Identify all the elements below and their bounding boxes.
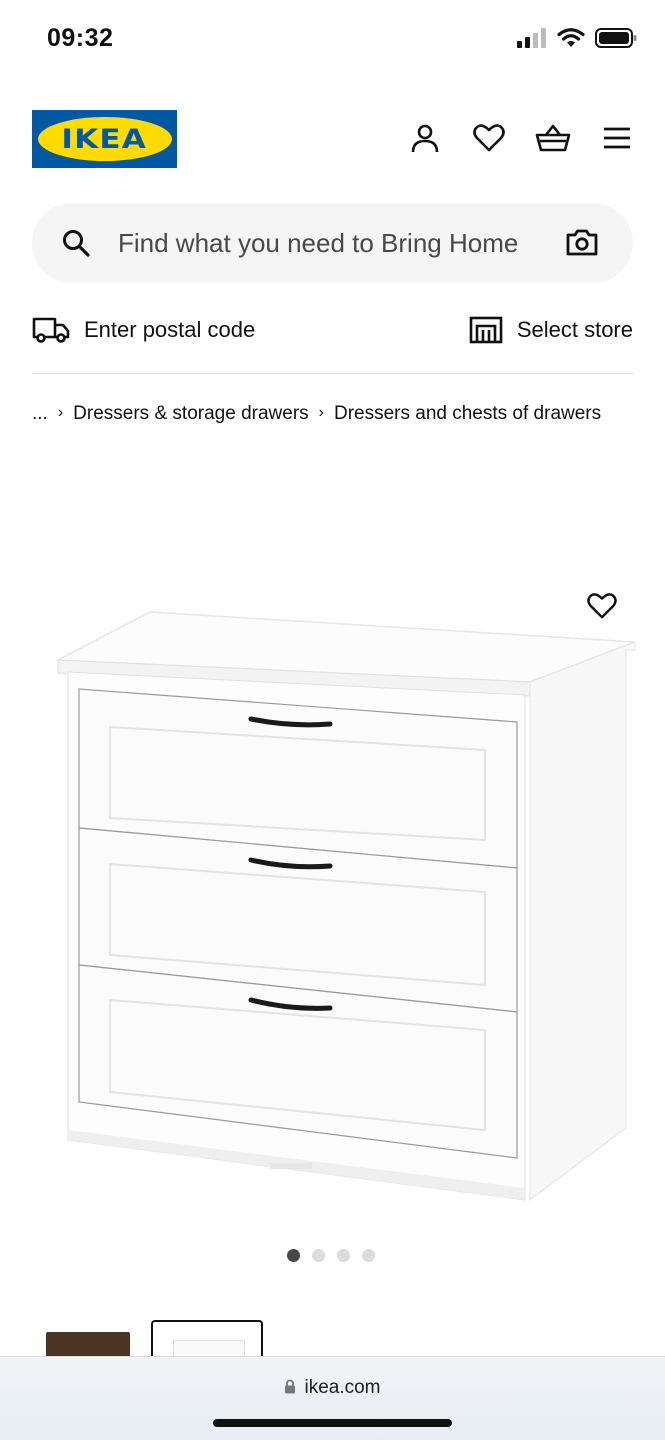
- user-icon: [411, 124, 439, 153]
- site-header: IKEA: [32, 108, 635, 170]
- add-to-favourites-icon[interactable]: [587, 592, 617, 620]
- menu-button[interactable]: [599, 120, 635, 156]
- lock-icon: [285, 1379, 296, 1394]
- carousel-dot[interactable]: [312, 1249, 325, 1262]
- browser-address-bar: ikea.com: [0, 1356, 665, 1440]
- postal-code-label: Enter postal code: [84, 317, 256, 342]
- carousel-dot[interactable]: [362, 1249, 375, 1262]
- postal-code-button[interactable]: Enter postal code: [32, 316, 255, 344]
- search-bar: [32, 203, 633, 283]
- header-actions: [407, 120, 635, 156]
- chevron-right-icon: ›: [57, 404, 64, 421]
- select-store-button[interactable]: Select store: [469, 316, 633, 344]
- divider: [32, 373, 633, 374]
- cart-button[interactable]: [535, 120, 571, 156]
- status-time: 09:32: [47, 24, 114, 52]
- chevron-right-icon: ›: [318, 404, 324, 421]
- store-icon: [469, 316, 503, 344]
- truck-icon: [32, 317, 70, 343]
- search-input[interactable]: [118, 203, 558, 283]
- select-store-label: Select store: [516, 317, 633, 342]
- status-icons: [517, 28, 637, 48]
- url-display[interactable]: ikea.com: [0, 1377, 665, 1399]
- ikea-logo[interactable]: IKEA: [32, 110, 177, 168]
- search-icon[interactable]: [62, 229, 90, 257]
- cellular-signal-icon: [517, 28, 546, 48]
- breadcrumb-item-dressers-chests[interactable]: Dressers and chests of drawers: [334, 403, 601, 424]
- basket-icon: [535, 124, 571, 152]
- url-text: ikea.com: [304, 1377, 381, 1398]
- logo-text: IKEA: [61, 123, 148, 155]
- breadcrumb: ... › Dressers & storage drawers › Dressers …: [32, 397, 622, 431]
- breadcrumb-item-dressers-storage[interactable]: Dressers & storage drawers: [73, 403, 308, 424]
- dresser-illustration: [55, 611, 636, 1201]
- carousel-dots: [287, 1249, 375, 1262]
- variant-thumbnail-white-selected[interactable]: [151, 1320, 263, 1362]
- battery-icon: [595, 28, 637, 48]
- menu-icon: [604, 127, 630, 149]
- heart-icon: [473, 124, 505, 152]
- product-image[interactable]: [0, 560, 665, 1240]
- camera-icon[interactable]: [566, 228, 598, 256]
- home-indicator[interactable]: [213, 1419, 452, 1427]
- variant-thumbnails: [46, 1320, 346, 1362]
- logo-oval: IKEA: [37, 117, 172, 161]
- breadcrumb-ellipsis[interactable]: ...: [32, 403, 48, 424]
- account-button[interactable]: [407, 120, 443, 156]
- carousel-dot[interactable]: [337, 1249, 350, 1262]
- status-bar: 09:32: [0, 0, 665, 80]
- favourites-button[interactable]: [471, 120, 507, 156]
- wifi-icon: [557, 28, 585, 47]
- delivery-row: Enter postal code Select store: [32, 305, 633, 355]
- carousel-dot[interactable]: [287, 1249, 300, 1262]
